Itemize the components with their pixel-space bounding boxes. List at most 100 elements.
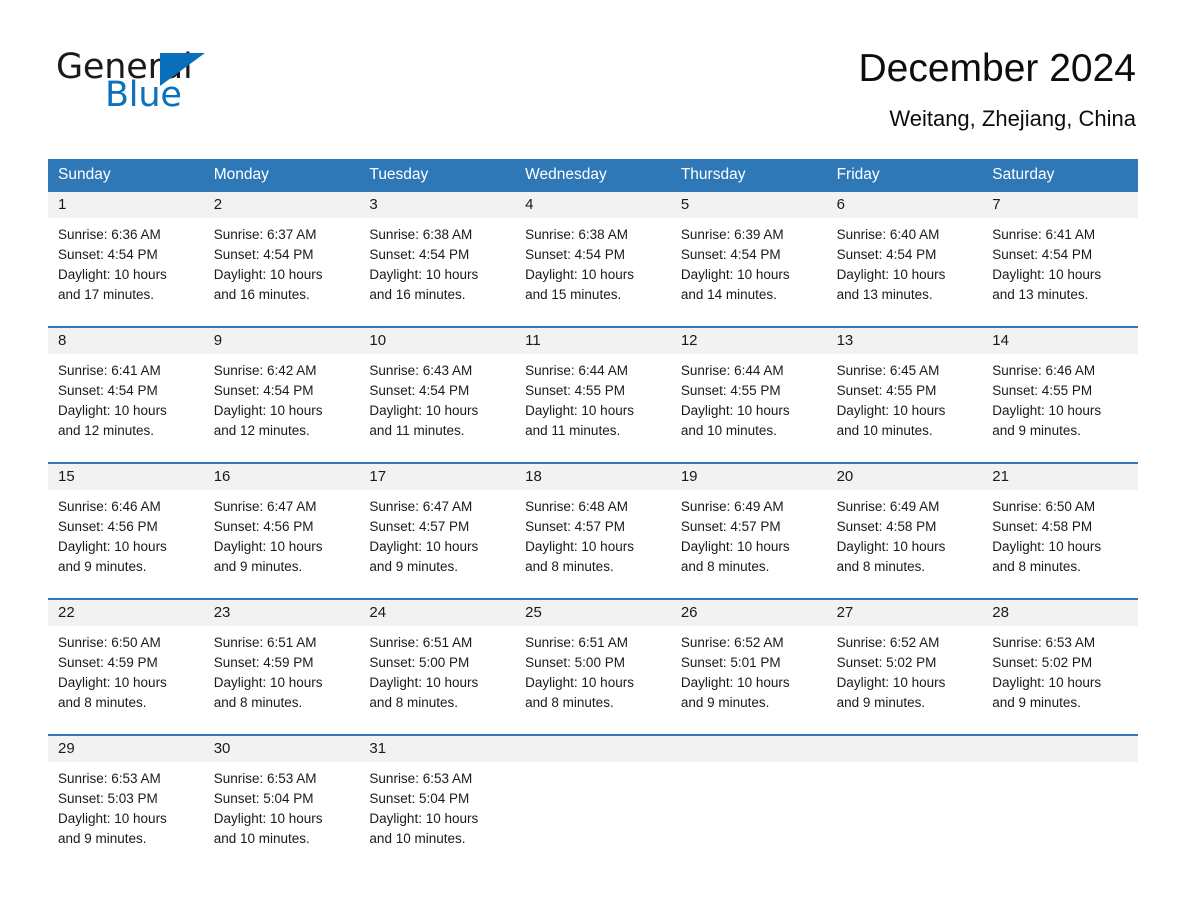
sunset-text: Sunset: 5:00 PM xyxy=(525,655,625,670)
day-number[interactable]: 8 xyxy=(48,328,204,354)
daylight-text: Daylight: 10 hours xyxy=(58,403,167,418)
day-number[interactable]: 5 xyxy=(671,192,827,218)
day-number[interactable]: 7 xyxy=(982,192,1138,218)
day-number[interactable]: 25 xyxy=(515,600,671,626)
day-number-empty xyxy=(671,736,827,762)
day-cell[interactable]: Sunrise: 6:53 AM Sunset: 5:03 PM Dayligh… xyxy=(48,762,204,870)
daylight-text-cont: and 11 minutes. xyxy=(369,423,465,438)
day-number[interactable]: 13 xyxy=(827,328,983,354)
day-number[interactable]: 1 xyxy=(48,192,204,218)
sunrise-text: Sunrise: 6:38 AM xyxy=(525,227,628,242)
day-number[interactable]: 17 xyxy=(359,464,515,490)
day-number[interactable]: 22 xyxy=(48,600,204,626)
day-cell[interactable]: Sunrise: 6:51 AM Sunset: 5:00 PM Dayligh… xyxy=(359,626,515,734)
sunrise-text: Sunrise: 6:44 AM xyxy=(525,363,628,378)
day-cell[interactable]: Sunrise: 6:38 AM Sunset: 4:54 PM Dayligh… xyxy=(359,218,515,326)
day-number[interactable]: 27 xyxy=(827,600,983,626)
sunrise-text: Sunrise: 6:41 AM xyxy=(58,363,161,378)
day-number[interactable]: 31 xyxy=(359,736,515,762)
day-cell[interactable]: Sunrise: 6:45 AM Sunset: 4:55 PM Dayligh… xyxy=(827,354,983,462)
sunrise-text: Sunrise: 6:50 AM xyxy=(58,635,161,650)
sunrise-text: Sunrise: 6:45 AM xyxy=(836,363,940,378)
day-number[interactable]: 24 xyxy=(359,600,515,626)
day-number[interactable]: 9 xyxy=(204,328,360,354)
day-cell[interactable]: Sunrise: 6:52 AM Sunset: 5:02 PM Dayligh… xyxy=(827,626,983,734)
day-number[interactable]: 6 xyxy=(827,192,983,218)
daylight-text-cont: and 9 minutes. xyxy=(680,695,770,710)
day-number[interactable]: 4 xyxy=(515,192,671,218)
day-number[interactable]: 19 xyxy=(671,464,827,490)
day-number[interactable]: 3 xyxy=(359,192,515,218)
day-cell[interactable]: Sunrise: 6:46 AM Sunset: 4:55 PM Dayligh… xyxy=(982,354,1138,462)
sunrise-text: Sunrise: 6:46 AM xyxy=(992,363,1096,378)
day-number[interactable]: 2 xyxy=(204,192,360,218)
daylight-text-cont: and 8 minutes. xyxy=(525,695,614,710)
day-number[interactable]: 11 xyxy=(515,328,671,354)
daylight-text: Daylight: 10 hours xyxy=(58,675,167,690)
day-cell[interactable]: Sunrise: 6:51 AM Sunset: 4:59 PM Dayligh… xyxy=(204,626,360,734)
day-cell[interactable]: Sunrise: 6:48 AM Sunset: 4:57 PM Dayligh… xyxy=(515,490,671,598)
sunset-text: Sunset: 4:56 PM xyxy=(213,519,314,534)
day-number[interactable]: 14 xyxy=(982,328,1138,354)
daylight-text-cont: and 8 minutes. xyxy=(680,559,770,574)
day-number[interactable]: 16 xyxy=(204,464,360,490)
daylight-text-cont: and 16 minutes. xyxy=(213,287,310,302)
day-number[interactable]: 23 xyxy=(204,600,360,626)
day-cell[interactable]: Sunrise: 6:53 AM Sunset: 5:04 PM Dayligh… xyxy=(359,762,515,870)
day-number[interactable]: 10 xyxy=(359,328,515,354)
daylight-text-cont: and 8 minutes. xyxy=(525,559,614,574)
daylight-text: Daylight: 10 hours xyxy=(836,403,946,418)
daylight-text: Daylight: 10 hours xyxy=(836,539,946,554)
sunset-text: Sunset: 4:59 PM xyxy=(58,655,158,670)
sunrise-text: Sunrise: 6:53 AM xyxy=(213,771,317,786)
day-cell[interactable]: Sunrise: 6:41 AM Sunset: 4:54 PM Dayligh… xyxy=(48,354,204,462)
day-cell[interactable]: Sunrise: 6:39 AM Sunset: 4:54 PM Dayligh… xyxy=(671,218,827,326)
sunrise-text: Sunrise: 6:51 AM xyxy=(369,635,473,650)
day-number[interactable]: 12 xyxy=(671,328,827,354)
day-cell[interactable]: Sunrise: 6:43 AM Sunset: 4:54 PM Dayligh… xyxy=(359,354,515,462)
day-cell[interactable]: Sunrise: 6:38 AM Sunset: 4:54 PM Dayligh… xyxy=(515,218,671,326)
day-cell[interactable]: Sunrise: 6:36 AM Sunset: 4:54 PM Dayligh… xyxy=(48,218,204,326)
day-number[interactable]: 20 xyxy=(827,464,983,490)
day-cell[interactable]: Sunrise: 6:50 AM Sunset: 4:58 PM Dayligh… xyxy=(982,490,1138,598)
day-cell[interactable]: Sunrise: 6:52 AM Sunset: 5:01 PM Dayligh… xyxy=(671,626,827,734)
sunrise-text: Sunrise: 6:51 AM xyxy=(213,635,317,650)
day-cell[interactable]: Sunrise: 6:53 AM Sunset: 5:02 PM Dayligh… xyxy=(982,626,1138,734)
day-cell[interactable]: Sunrise: 6:47 AM Sunset: 4:57 PM Dayligh… xyxy=(359,490,515,598)
day-number[interactable]: 21 xyxy=(982,464,1138,490)
day-cell[interactable]: Sunrise: 6:37 AM Sunset: 4:54 PM Dayligh… xyxy=(204,218,360,326)
day-number[interactable]: 30 xyxy=(204,736,360,762)
sunrise-text: Sunrise: 6:46 AM xyxy=(58,499,161,514)
daylight-text: Daylight: 10 hours xyxy=(525,267,634,282)
generalblue-logo[interactable]: General Blue xyxy=(56,44,236,116)
day-cell[interactable]: Sunrise: 6:42 AM Sunset: 4:54 PM Dayligh… xyxy=(204,354,360,462)
day-cell[interactable]: Sunrise: 6:49 AM Sunset: 4:57 PM Dayligh… xyxy=(671,490,827,598)
daylight-text-cont: and 9 minutes. xyxy=(369,559,458,574)
day-number[interactable]: 15 xyxy=(48,464,204,490)
day-cell[interactable]: Sunrise: 6:46 AM Sunset: 4:56 PM Dayligh… xyxy=(48,490,204,598)
day-cell[interactable]: Sunrise: 6:50 AM Sunset: 4:59 PM Dayligh… xyxy=(48,626,204,734)
day-cell[interactable]: Sunrise: 6:40 AM Sunset: 4:54 PM Dayligh… xyxy=(827,218,983,326)
sunset-text: Sunset: 4:59 PM xyxy=(213,655,314,670)
sunrise-text: Sunrise: 6:52 AM xyxy=(836,635,940,650)
day-cell[interactable]: Sunrise: 6:47 AM Sunset: 4:56 PM Dayligh… xyxy=(204,490,360,598)
day-detail-row: Sunrise: 6:53 AM Sunset: 5:03 PM Dayligh… xyxy=(48,762,1138,870)
daylight-text-cont: and 15 minutes. xyxy=(525,287,622,302)
day-cell-empty xyxy=(515,762,671,870)
daylight-text-cont: and 8 minutes. xyxy=(992,559,1081,574)
sunrise-text: Sunrise: 6:53 AM xyxy=(992,635,1096,650)
day-cell[interactable]: Sunrise: 6:51 AM Sunset: 5:00 PM Dayligh… xyxy=(515,626,671,734)
daylight-text: Daylight: 10 hours xyxy=(369,403,479,418)
sunset-text: Sunset: 4:54 PM xyxy=(58,383,158,398)
day-number[interactable]: 18 xyxy=(515,464,671,490)
day-cell[interactable]: Sunrise: 6:53 AM Sunset: 5:04 PM Dayligh… xyxy=(204,762,360,870)
day-cell[interactable]: Sunrise: 6:44 AM Sunset: 4:55 PM Dayligh… xyxy=(515,354,671,462)
daylight-text-cont: and 9 minutes. xyxy=(58,559,147,574)
day-cell[interactable]: Sunrise: 6:44 AM Sunset: 4:55 PM Dayligh… xyxy=(671,354,827,462)
day-cell[interactable]: Sunrise: 6:49 AM Sunset: 4:58 PM Dayligh… xyxy=(827,490,983,598)
day-cell[interactable]: Sunrise: 6:41 AM Sunset: 4:54 PM Dayligh… xyxy=(982,218,1138,326)
sunrise-text: Sunrise: 6:43 AM xyxy=(369,363,473,378)
day-number[interactable]: 29 xyxy=(48,736,204,762)
day-number[interactable]: 28 xyxy=(982,600,1138,626)
day-number[interactable]: 26 xyxy=(671,600,827,626)
